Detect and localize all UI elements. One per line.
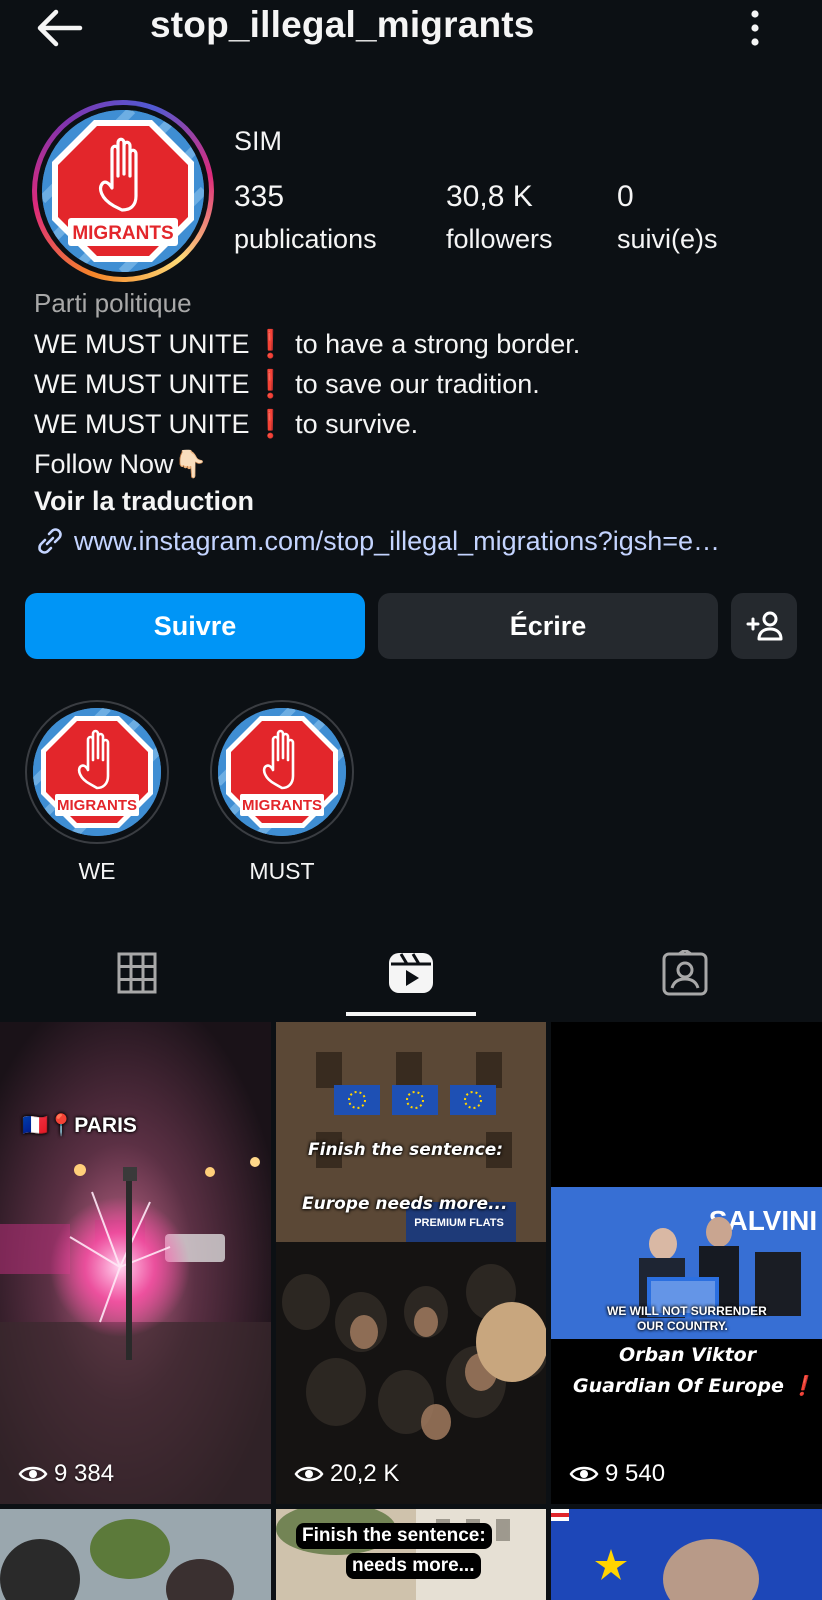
view-count: 9 384: [18, 1460, 114, 1488]
profile-username: stop_illegal_migrants: [150, 4, 535, 45]
bio-prefix: WE MUST UNITE: [34, 329, 250, 359]
exclamation-icon: ❗: [253, 329, 288, 359]
reel-title: Orban Viktor: [619, 1344, 757, 1366]
speaker-at-podium-image: SALVINI: [551, 1022, 822, 1504]
stop-migrants-logo-image: MIGRANTS: [218, 708, 346, 836]
view-count-text: 9 384: [54, 1460, 115, 1487]
tab-grid[interactable]: [0, 928, 274, 1018]
stat-label: publications: [234, 224, 377, 254]
eye-icon: [294, 1466, 324, 1482]
highlight-ring: MIGRANTS: [25, 700, 169, 844]
display-name: SIM: [234, 126, 283, 156]
bio-line: WE MUST UNITE ❗ to save our tradition.: [34, 368, 540, 400]
reel-thumbnail[interactable]: [0, 1509, 271, 1600]
reel-caption: 🇫🇷📍PARIS: [22, 1114, 137, 1137]
exclamation-icon: ❗: [790, 1375, 815, 1397]
eye-icon: [569, 1466, 599, 1482]
shop-sign-text: PREMIUM FLATS: [414, 1217, 504, 1229]
exclamation-icon: ❗: [253, 369, 288, 399]
stat-followers[interactable]: 30,8 K followers: [446, 180, 553, 255]
bio-text: to survive.: [295, 409, 419, 439]
bio-follow-now: Follow Now👇🏻: [34, 449, 208, 479]
stat-label: followers: [446, 224, 553, 254]
profile-category: Parti politique: [34, 288, 192, 318]
stat-following[interactable]: 0 suivi(e)s: [617, 180, 718, 255]
link-icon: [38, 528, 62, 554]
crowd-at-night-image: PREMIUM FLATS: [276, 1022, 546, 1504]
add-person-icon: [746, 611, 783, 641]
stat-label: suivi(e)s: [617, 224, 718, 254]
message-button[interactable]: Écrire: [378, 593, 718, 659]
stat-publications[interactable]: 335 publications: [234, 180, 377, 255]
stat-value: 30,8 K: [446, 180, 533, 213]
reel-thumbnail[interactable]: [551, 1509, 822, 1600]
reel-title-text: Guardian Of Europe: [573, 1375, 784, 1397]
reel-thumbnail[interactable]: 🇫🇷📍PARIS 9 384: [0, 1022, 271, 1504]
highlight-badge-text: MIGRANTS: [242, 797, 322, 814]
reel-caption: needs more...: [346, 1553, 481, 1579]
reel-title: Guardian Of Europe ❗: [573, 1374, 814, 1397]
bio-prefix: WE MUST UNITE: [34, 409, 250, 439]
stop-migrants-logo-image: MIGRANTS: [42, 110, 204, 272]
reels-icon: [389, 953, 433, 993]
more-options-icon[interactable]: [740, 8, 770, 48]
reel-caption: Finish the sentence:: [296, 1523, 492, 1549]
stat-value: 335: [234, 180, 285, 213]
back-arrow-icon[interactable]: [34, 6, 84, 50]
reel-thumbnail[interactable]: PREMIUM FLATS Finish the sentence: Europ…: [276, 1022, 546, 1504]
eu-flag-speaker-image: [551, 1509, 822, 1600]
avatar-badge-text: MIGRANTS: [72, 223, 173, 244]
grid-icon: [117, 952, 157, 994]
bio-line: WE MUST UNITE ❗ to have a strong border.: [34, 328, 580, 360]
highlight-label: WE: [78, 858, 116, 884]
follow-button[interactable]: Suivre: [25, 593, 365, 659]
top-bar: stop_illegal_migrants: [0, 0, 822, 56]
highlight-badge-text: MIGRANTS: [57, 797, 137, 814]
bio-line: WE MUST UNITE ❗ to survive.: [34, 408, 418, 440]
view-count: 20,2 K: [294, 1460, 399, 1488]
reel-caption: Finish the sentence:: [308, 1140, 504, 1160]
link-text: www.instagram.com/stop_illegal_migration…: [74, 525, 721, 556]
see-translation-link[interactable]: Voir la traduction: [34, 486, 254, 517]
view-count: 9 540: [569, 1460, 665, 1488]
tab-reels[interactable]: [274, 928, 548, 1018]
highlight-label: MUST: [249, 858, 315, 884]
view-count-text: 20,2 K: [330, 1460, 400, 1487]
reel-caption: Europe needs more...: [302, 1194, 508, 1214]
bio-text: to save our tradition.: [295, 369, 540, 399]
video-overlay-text: OUR COUNTRY.: [637, 1319, 728, 1333]
eye-icon: [18, 1466, 48, 1482]
bio-prefix: WE MUST UNITE: [34, 369, 250, 399]
add-person-button[interactable]: [731, 593, 797, 659]
fireworks-street-image: [0, 1022, 271, 1504]
active-tab-indicator: [346, 1012, 476, 1016]
tagged-icon: [662, 950, 708, 996]
profile-avatar[interactable]: MIGRANTS: [32, 100, 214, 282]
video-overlay-text: WE WILL NOT SURRENDER: [607, 1304, 767, 1318]
tab-tagged[interactable]: [548, 928, 822, 1018]
highlight-ring: MIGRANTS: [210, 700, 354, 844]
reel-thumbnail[interactable]: SALVINI WE WILL NOT SURRENDER OUR COUNTR…: [551, 1022, 822, 1504]
highlight-we[interactable]: MIGRANTS WE: [25, 700, 169, 885]
exclamation-icon: ❗: [253, 409, 288, 439]
profile-external-link[interactable]: www.instagram.com/stop_illegal_migration…: [34, 525, 720, 557]
stat-value: 0: [617, 180, 634, 213]
profile-tabs: [0, 928, 822, 1018]
stop-migrants-logo-image: MIGRANTS: [33, 708, 161, 836]
reel-thumbnail[interactable]: Finish the sentence: needs more...: [276, 1509, 546, 1600]
street-crowd-image: [0, 1509, 271, 1600]
highlight-must[interactable]: MIGRANTS MUST: [210, 700, 354, 885]
view-count-text: 9 540: [605, 1460, 666, 1487]
bio-text: to have a strong border.: [295, 329, 581, 359]
